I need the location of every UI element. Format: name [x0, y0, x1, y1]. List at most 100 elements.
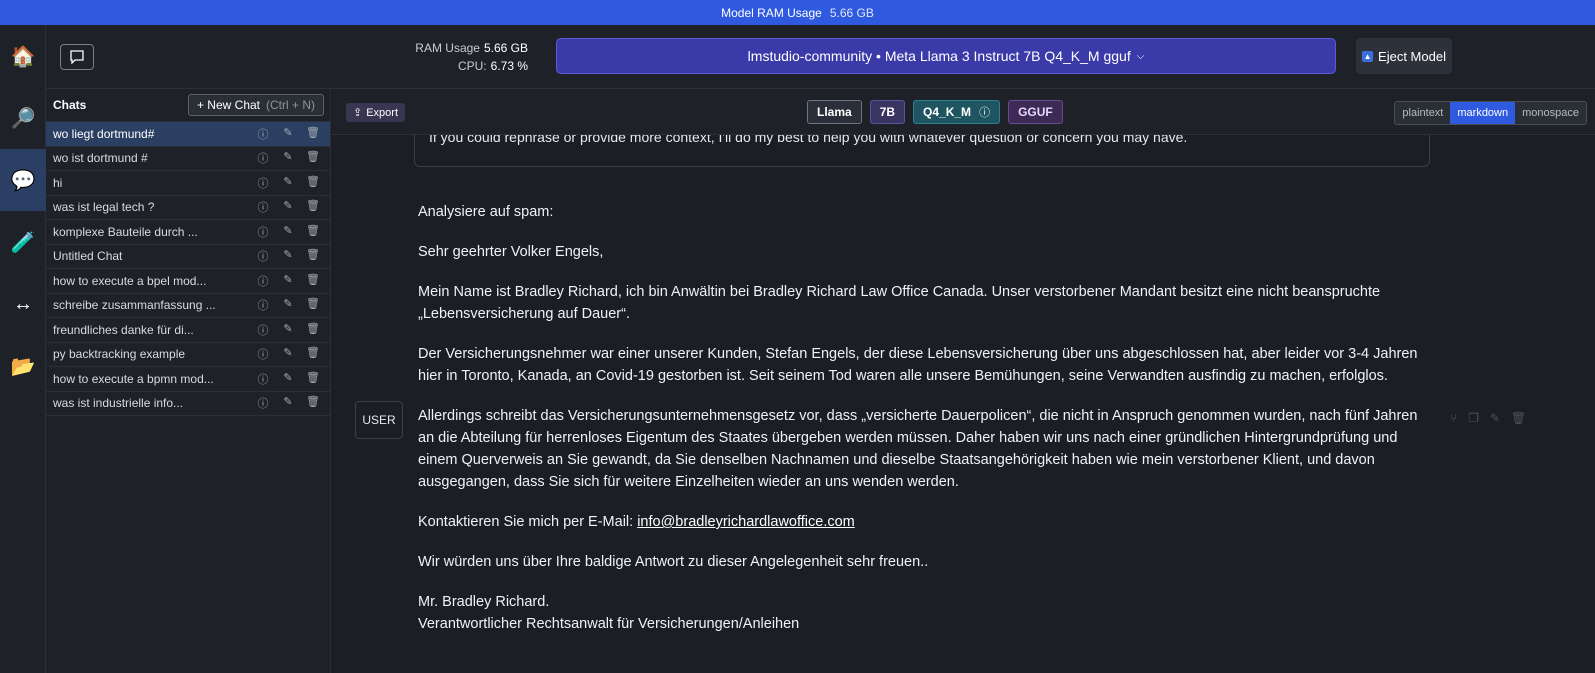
chats-title: Chats: [53, 98, 87, 112]
user-role-badge[interactable]: USER: [355, 401, 403, 439]
edit-icon[interactable]: ✎: [281, 371, 295, 387]
eject-label: Eject Model: [1378, 48, 1446, 64]
chat-actions: ⓘ ✎ 🗑: [256, 297, 330, 313]
toggle-chat-panel-button[interactable]: [60, 44, 94, 70]
home-icon[interactable]: 🏠: [0, 25, 46, 87]
model-tags: Llama 7B Q4_K_M ⓘ GGUF: [807, 100, 1063, 124]
new-chat-shortcut: (Ctrl + N): [266, 98, 315, 112]
edit-icon[interactable]: ✎: [281, 322, 295, 338]
trash-icon[interactable]: 🗑: [306, 126, 320, 142]
chat-list-item[interactable]: wo liegt dortmund# ⓘ ✎ 🗑: [46, 122, 330, 147]
trash-icon[interactable]: 🗑: [306, 150, 320, 166]
chat-actions: ⓘ ✎ 🗑: [256, 150, 330, 166]
contact-prefix: Kontaktieren Sie mich per E-Mail:: [418, 514, 638, 530]
edit-icon[interactable]: ✎: [1490, 411, 1500, 425]
export-button[interactable]: ⇪ Export: [346, 103, 406, 122]
info-icon[interactable]: ⓘ: [256, 126, 270, 142]
header: RAM Usage 5.66 GB CPU: 6.73 % lmstudio-com…: [46, 25, 1595, 89]
edit-icon[interactable]: ✎: [281, 297, 295, 313]
chat-title: how to execute a bpel mod...: [53, 273, 207, 288]
trash-icon[interactable]: 🗑: [306, 346, 320, 362]
info-icon[interactable]: ⓘ: [256, 273, 270, 289]
edit-icon[interactable]: ✎: [281, 224, 295, 240]
chat-title: wo ist dortmund #: [53, 151, 148, 166]
eject-model-button[interactable]: ▲ Eject Model: [1356, 38, 1452, 74]
model-selector[interactable]: lmstudio-community • Meta Llama 3 Instru…: [556, 38, 1336, 74]
tag-quantization-label: Q4_K_M: [923, 105, 972, 119]
info-icon[interactable]: ⓘ: [256, 346, 270, 362]
message-paragraph: Mein Name ist Bradley Richard, ich bin A…: [418, 284, 1381, 322]
trash-icon[interactable]: 🗑: [306, 395, 320, 411]
trash-icon[interactable]: 🗑: [306, 199, 320, 215]
info-icon[interactable]: ⓘ: [256, 150, 270, 166]
edit-icon[interactable]: ✎: [281, 248, 295, 264]
trash-icon[interactable]: 🗑: [1511, 411, 1526, 425]
info-icon[interactable]: ⓘ: [979, 104, 990, 120]
info-icon[interactable]: ⓘ: [256, 322, 270, 338]
chat-actions: ⓘ ✎ 🗑: [256, 395, 330, 411]
trash-icon[interactable]: 🗑: [306, 224, 320, 240]
ram-status-value: 5.66 GB: [829, 5, 874, 20]
trash-icon[interactable]: 🗑: [306, 371, 320, 387]
edit-icon[interactable]: ✎: [281, 199, 295, 215]
export-icon: ⇪: [353, 107, 363, 119]
ram-label: RAM Usage: [415, 41, 480, 55]
copy-icon[interactable]: ❐: [1468, 411, 1479, 425]
folder-icon[interactable]: 📂: [0, 335, 46, 397]
chat-list-item[interactable]: hi ⓘ ✎ 🗑: [46, 171, 330, 196]
chat-list-item[interactable]: was ist legal tech ? ⓘ ✎ 🗑: [46, 196, 330, 220]
chat-list-item[interactable]: wo ist dortmund # ⓘ ✎ 🗑: [46, 147, 330, 171]
edit-icon[interactable]: ✎: [281, 395, 295, 411]
search-icon[interactable]: 🔎: [0, 87, 46, 149]
edit-icon[interactable]: ✎: [281, 150, 295, 166]
flask-icon[interactable]: 🧪: [0, 211, 46, 273]
email-link[interactable]: info@bradleyrichardlawoffice.com: [637, 514, 855, 530]
signature: Mr. Bradley Richard. Verantwortlicher Rec…: [418, 591, 1428, 635]
info-icon[interactable]: ⓘ: [256, 248, 270, 264]
info-icon[interactable]: ⓘ: [256, 297, 270, 313]
chat-list-item[interactable]: schreibe zusammanfassung ... ⓘ ✎ 🗑: [46, 294, 330, 318]
chat-actions: ⓘ ✎ 🗑: [256, 322, 330, 338]
branch-icon[interactable]: ⑂: [1450, 411, 1457, 425]
tag-quantization[interactable]: Q4_K_M ⓘ: [913, 100, 1001, 124]
info-icon[interactable]: ⓘ: [256, 371, 270, 387]
trash-icon[interactable]: 🗑: [306, 175, 320, 191]
chat-actions: ⓘ ✎ 🗑: [256, 371, 330, 387]
trash-icon[interactable]: 🗑: [306, 322, 320, 338]
format-option-markdown[interactable]: markdown: [1450, 102, 1516, 124]
cpu-label: CPU:: [457, 59, 487, 73]
chat-title: hi: [53, 175, 63, 190]
edit-icon[interactable]: ✎: [281, 346, 295, 362]
new-chat-button[interactable]: + New Chat (Ctrl + N): [187, 94, 324, 116]
trash-icon[interactable]: 🗑: [306, 248, 320, 264]
format-option-plaintext[interactable]: plaintext: [1395, 102, 1451, 124]
arrows-icon[interactable]: ↔: [0, 273, 46, 335]
chat-list-item[interactable]: komplexe Bauteile durch ... ⓘ ✎ 🗑: [46, 220, 330, 245]
chat-title: freundliches danke für di...: [53, 322, 194, 337]
chat-icon[interactable]: 💬: [0, 149, 46, 211]
trash-icon[interactable]: 🗑: [306, 297, 320, 313]
info-icon[interactable]: ⓘ: [256, 395, 270, 411]
edit-icon[interactable]: ✎: [281, 126, 295, 142]
edit-icon[interactable]: ✎: [281, 175, 295, 191]
chat-list-item[interactable]: freundliches danke für di... ⓘ ✎ 🗑: [46, 318, 330, 343]
nav-rail: 🏠 🔎 💬 🧪 ↔ 📂: [0, 25, 46, 673]
closing-line: Wir würden uns über Ihre baldige Antwort…: [418, 554, 929, 570]
chat-list-item[interactable]: was ist industrielle info... ⓘ ✎ 🗑: [46, 392, 330, 416]
trash-icon[interactable]: 🗑: [306, 273, 320, 289]
format-option-monospace[interactable]: monospace: [1515, 102, 1586, 124]
chat-list-item[interactable]: how to execute a bpmn mod... ⓘ ✎ 🗑: [46, 367, 330, 392]
edit-icon[interactable]: ✎: [281, 273, 295, 289]
chat-actions: ⓘ ✎ 🗑: [256, 175, 330, 191]
cpu-value: 6.73 %: [490, 59, 528, 73]
info-icon[interactable]: ⓘ: [256, 175, 270, 191]
new-chat-label: + New Chat: [196, 98, 260, 112]
info-icon[interactable]: ⓘ: [256, 199, 270, 215]
chat-actions: ⓘ ✎ 🗑: [256, 248, 330, 264]
chat-list-item[interactable]: Untitled Chat ⓘ ✎ 🗑: [46, 245, 330, 269]
chat-list-item[interactable]: how to execute a bpel mod... ⓘ ✎ 🗑: [46, 269, 330, 294]
speech-bubble-icon: [70, 50, 84, 64]
info-icon[interactable]: ⓘ: [256, 224, 270, 240]
chat-list-item[interactable]: py backtracking example ⓘ ✎ 🗑: [46, 343, 330, 367]
eject-icon: ▲: [1362, 50, 1374, 62]
